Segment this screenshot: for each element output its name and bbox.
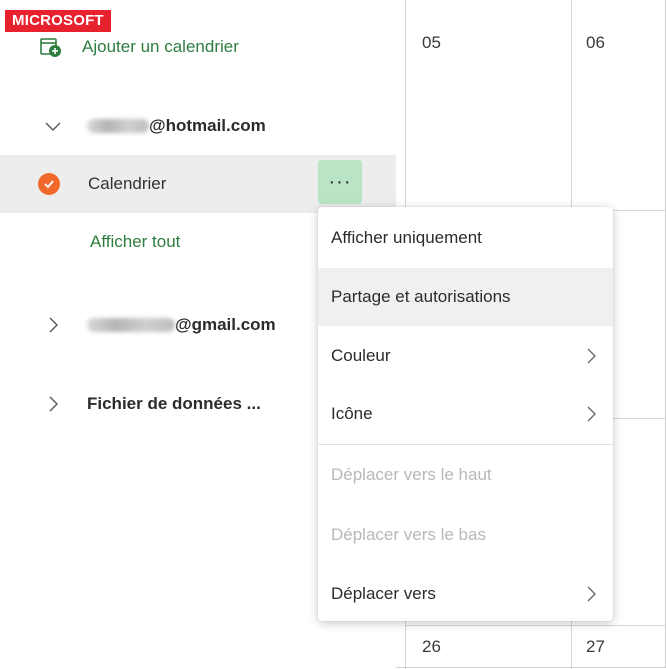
add-calendar-label: Ajouter un calendrier bbox=[82, 37, 239, 56]
account-name: @hotmail.com bbox=[87, 116, 266, 136]
brand-label: MICROSOFT bbox=[5, 10, 111, 32]
menu-item-move-down: Déplacer vers le bas bbox=[318, 506, 613, 564]
day-number[interactable]: 06 bbox=[586, 33, 605, 53]
account-email-suffix: @gmail.com bbox=[175, 315, 276, 334]
chevron-right-icon bbox=[49, 317, 58, 333]
account-hotmail[interactable]: @hotmail.com bbox=[0, 97, 396, 155]
day-number[interactable]: 05 bbox=[422, 33, 441, 53]
account-name: Fichier de données ... bbox=[87, 394, 261, 413]
menu-item-label: Déplacer vers le haut bbox=[331, 465, 492, 484]
context-menu: Afficher uniquement Partage et autorisat… bbox=[318, 207, 613, 621]
menu-item-move-to[interactable]: Déplacer vers bbox=[318, 565, 613, 623]
menu-item-color[interactable]: Couleur bbox=[318, 327, 613, 385]
chevron-right-icon bbox=[49, 396, 58, 412]
menu-item-move-up: Déplacer vers le haut bbox=[318, 446, 613, 504]
menu-item-label: Icône bbox=[331, 404, 373, 423]
menu-item-icon[interactable]: Icône bbox=[318, 385, 613, 443]
more-options-button[interactable]: ··· bbox=[318, 160, 362, 204]
chevron-right-icon bbox=[587, 586, 596, 602]
menu-item-label: Déplacer vers bbox=[331, 584, 436, 603]
day-number[interactable]: 26 bbox=[422, 637, 441, 657]
menu-item-label: Afficher uniquement bbox=[331, 228, 482, 247]
chevron-right-icon bbox=[587, 406, 596, 422]
show-all-link[interactable]: Afficher tout bbox=[90, 232, 180, 252]
menu-separator bbox=[318, 444, 613, 445]
redacted-username bbox=[87, 119, 149, 133]
grid-line bbox=[405, 625, 666, 626]
redacted-username bbox=[87, 318, 175, 332]
account-name: @gmail.com bbox=[87, 315, 276, 335]
chevron-right-icon bbox=[587, 348, 596, 364]
menu-item-label: Couleur bbox=[331, 346, 391, 365]
account-email-suffix: @hotmail.com bbox=[149, 116, 266, 135]
chevron-down-icon bbox=[45, 122, 61, 131]
menu-item-label: Partage et autorisations bbox=[331, 287, 511, 306]
calendar-name: Calendrier bbox=[88, 174, 167, 193]
checkmark-icon[interactable] bbox=[38, 173, 60, 195]
menu-item-label: Déplacer vers le bas bbox=[331, 525, 486, 544]
day-number[interactable]: 27 bbox=[586, 637, 605, 657]
menu-item-sharing-permissions[interactable]: Partage et autorisations bbox=[318, 268, 613, 326]
add-calendar-icon bbox=[40, 38, 61, 57]
menu-item-show-only[interactable]: Afficher uniquement bbox=[318, 209, 613, 267]
